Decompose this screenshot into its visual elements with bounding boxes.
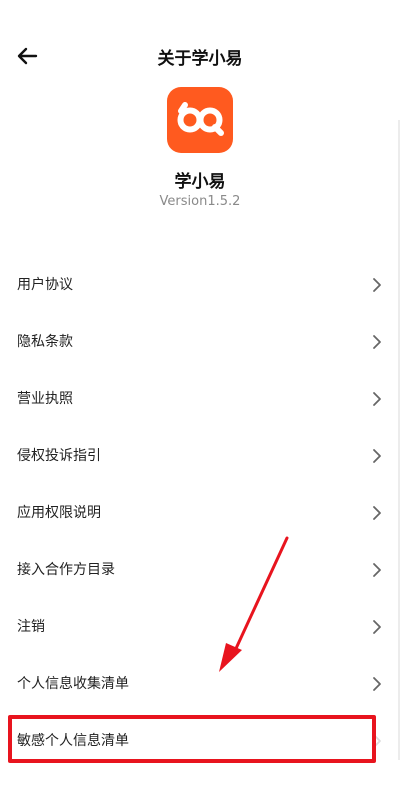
chevron-right-icon [373,449,381,463]
chevron-right-icon [373,620,381,634]
menu-item-personal-info-list[interactable]: 个人信息收集清单 [0,655,400,712]
menu-item-label: 应用权限说明 [17,505,101,521]
menu-item-label: 用户协议 [17,277,73,293]
menu-item-cancel-account[interactable]: 注销 [0,598,400,655]
app-version: Version1.5.2 [159,194,241,209]
menu-item-partner-directory[interactable]: 接入合作方目录 [0,541,400,598]
app-name: 学小易 [174,172,226,192]
menu-item-label: 接入合作方目录 [17,562,115,578]
menu-item-infringement-guide[interactable]: 侵权投诉指引 [0,427,400,484]
annotation-highlight-box [8,715,376,763]
menu-item-business-license[interactable]: 营业执照 [0,370,400,427]
menu-item-privacy-terms[interactable]: 隐私条款 [0,313,400,370]
chevron-right-icon [373,563,381,577]
header-bar: 关于学小易 [0,34,400,78]
chevron-right-icon [373,677,381,691]
menu-item-permission-info[interactable]: 应用权限说明 [0,484,400,541]
menu-item-label: 营业执照 [17,391,73,407]
menu-item-label: 个人信息收集清单 [17,676,129,692]
chevron-right-icon [373,506,381,520]
page-title: 关于学小易 [157,49,243,69]
menu-item-label: 注销 [17,619,45,635]
about-menu: 用户协议 隐私条款 营业执照 侵权投诉指引 应用权限说明 接入合作方目录 注销 [0,256,400,769]
menu-item-label: 隐私条款 [17,334,73,350]
menu-item-user-agreement[interactable]: 用户协议 [0,256,400,313]
chevron-right-icon [373,278,381,292]
app-logo [167,87,233,153]
chevron-right-icon [373,392,381,406]
about-page: 关于学小易 学小易 Version1.5.2 用户协议 隐私条款 营业执照 侵权… [0,0,400,786]
chevron-right-icon [373,335,381,349]
menu-item-label: 侵权投诉指引 [17,448,101,464]
